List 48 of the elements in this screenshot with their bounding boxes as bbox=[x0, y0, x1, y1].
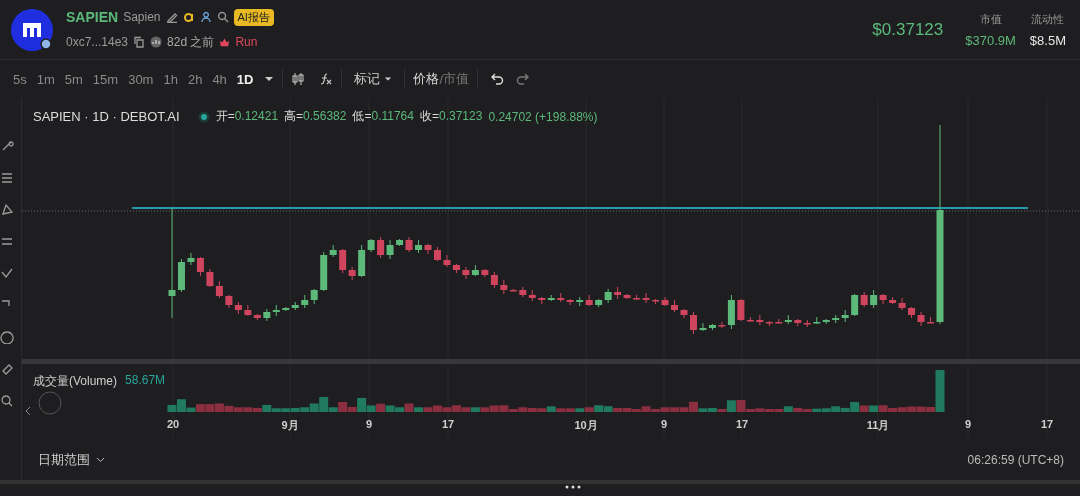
token-age: 82d 之前 bbox=[167, 33, 215, 51]
ohlc-label: 收= bbox=[420, 109, 439, 123]
contract-address: 0xc7...14e3 bbox=[66, 35, 129, 49]
marks-menu[interactable]: 标记 bbox=[350, 70, 397, 88]
axis-label: 17 bbox=[735, 418, 749, 430]
interval-tab[interactable]: 5m bbox=[59, 71, 88, 87]
ohlc-label: 高= bbox=[284, 109, 304, 123]
volume-value: 58.67M bbox=[125, 373, 166, 389]
price-toggle-option[interactable]: 价格 bbox=[413, 70, 440, 88]
ohlc-value: 0.11764 bbox=[371, 109, 414, 123]
axis-label: 17 bbox=[1040, 418, 1054, 430]
stat-label: 流动性 bbox=[1031, 11, 1065, 27]
ohlc-label: 低= bbox=[352, 109, 372, 123]
interval-tab[interactable]: 1m bbox=[31, 71, 60, 87]
axis-label: 9月 bbox=[281, 418, 299, 433]
stat-value: $370.9M bbox=[965, 32, 1016, 48]
ohlc-value: 0.12421 bbox=[234, 109, 279, 123]
volume-label: 成交量(Volume) bbox=[33, 373, 118, 390]
token-name: Sapien bbox=[123, 10, 161, 24]
launchpad-tag: Run bbox=[235, 35, 258, 49]
price-toggle-option[interactable]: 市值 bbox=[443, 70, 470, 88]
price-change: 0.24702 (+198.88%) bbox=[488, 109, 598, 124]
ohlc-value: 0.56382 bbox=[303, 109, 347, 123]
interval-tab[interactable]: 5s bbox=[8, 71, 32, 87]
ai-report-badge[interactable]: AI报告 bbox=[233, 8, 274, 26]
interval-tab[interactable]: 30m bbox=[123, 71, 159, 87]
interval-tab[interactable]: 2h bbox=[182, 71, 208, 87]
stat-label: 市值 bbox=[979, 11, 1002, 27]
date-range-menu[interactable]: 日期范围 bbox=[38, 451, 105, 469]
interval-tab[interactable]: 1h bbox=[158, 71, 183, 87]
token-symbol: SAPIEN bbox=[66, 9, 119, 25]
axis-label: 11月 bbox=[866, 418, 890, 433]
ohlc-value: 0.37123 bbox=[439, 109, 483, 123]
axis-label: 20 bbox=[166, 418, 180, 430]
axis-label: 17 bbox=[441, 418, 455, 430]
interval-tab[interactable]: 4h bbox=[207, 71, 232, 87]
ohlc-label: 开= bbox=[215, 109, 235, 123]
toggle-separator: / bbox=[439, 71, 444, 87]
timestamp: 06:26:59 (UTC+8) bbox=[967, 453, 1064, 467]
axis-label: 10月 bbox=[574, 418, 598, 433]
token-price: $0.37123 bbox=[872, 19, 944, 40]
interval-tab[interactable]: 15m bbox=[87, 71, 124, 87]
axis-label: 9 bbox=[964, 418, 972, 430]
axis-label: 9 bbox=[365, 418, 373, 430]
stat-value: $8.5M bbox=[1029, 32, 1066, 48]
interval-tab[interactable]: 1D bbox=[231, 71, 259, 87]
axis-label: 9 bbox=[660, 418, 668, 430]
chart-title: SAPIEN · 1D · DEBOT.AI bbox=[33, 109, 180, 124]
